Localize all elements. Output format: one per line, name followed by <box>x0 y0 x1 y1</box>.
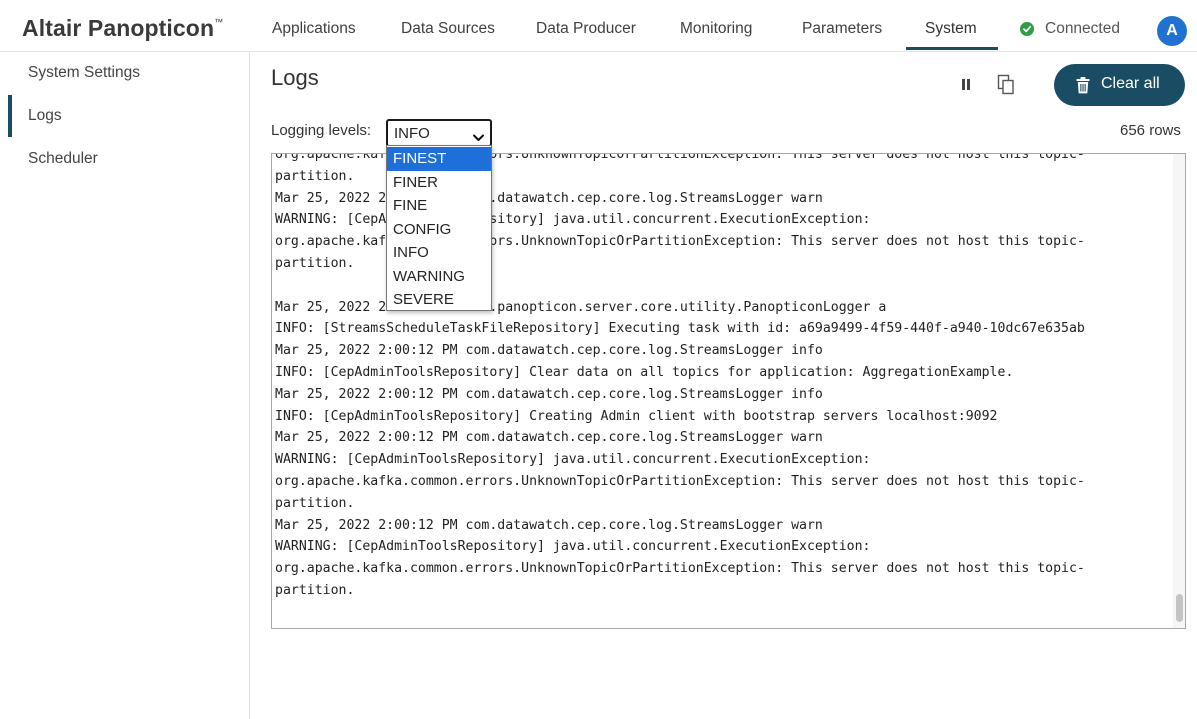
brand-name: Altair Panopticon <box>22 15 215 41</box>
logging-level-select[interactable]: INFO <box>386 119 492 147</box>
log-line: partition. <box>275 582 355 598</box>
check-circle-icon <box>1020 22 1034 36</box>
sidebar-item-system-settings[interactable]: System Settings <box>28 64 140 82</box>
log-line: org.apache.kafka.common.errors.UnknownTo… <box>275 473 1085 489</box>
trademark-mark: ™ <box>214 17 224 27</box>
log-line: INFO: [StreamsScheduleTaskFileRepository… <box>275 321 1085 337</box>
pause-icon[interactable] <box>960 79 972 91</box>
tab-monitoring[interactable]: Monitoring <box>680 20 752 38</box>
chevron-down-icon <box>473 129 484 141</box>
log-line: INFO: [CepAdminToolsRepository] Creating… <box>275 408 998 424</box>
level-option-config[interactable]: CONFIG <box>387 218 491 242</box>
tab-applications[interactable]: Applications <box>272 20 356 38</box>
sidebar-item-scheduler[interactable]: Scheduler <box>28 150 98 168</box>
level-option-info[interactable]: INFO <box>387 241 491 265</box>
selected-level: INFO <box>394 125 430 142</box>
level-option-severe[interactable]: SEVERE <box>387 288 491 312</box>
top-navigation: Altair Panopticon™ Applications Data Sou… <box>0 0 1197 52</box>
logging-levels-label: Logging levels: <box>271 122 372 139</box>
level-option-finer[interactable]: FINER <box>387 171 491 195</box>
log-line: Mar 25, 2022 2:00:12 PM com.datawatch.ce… <box>275 517 823 533</box>
log-scrollbar[interactable] <box>1173 154 1185 628</box>
log-line: WARNING: [CepAdminToolsRepository] java.… <box>275 539 871 555</box>
log-line: WARNING: [CepAdminToolsRepository] java.… <box>275 452 871 468</box>
logging-level-dropdown: FINEST FINER FINE CONFIG INFO WARNING SEVERE <box>386 145 492 311</box>
tab-data-sources[interactable]: Data Sources <box>401 20 495 38</box>
log-line: Mar 25, 2022 2:00:12 PM com.datawatch.ce… <box>275 386 823 402</box>
tab-system[interactable]: System <box>925 20 977 38</box>
log-line: Mar 25, 2022 2:00:12 PM com.datawatch.ce… <box>275 430 823 446</box>
copy-icon[interactable] <box>996 74 1016 96</box>
brand-logo[interactable]: Altair Panopticon™ <box>22 15 223 42</box>
trash-icon <box>1076 77 1090 94</box>
log-line: org.apache.kafka.common.errors.UnknownTo… <box>275 561 1085 577</box>
log-line: Mar 25, 2022 2:00:12 PM com.datawatch.ce… <box>275 343 823 359</box>
sidebar-item-logs[interactable]: Logs <box>28 107 62 125</box>
log-line: INFO: [CepAdminToolsRepository] Clear da… <box>275 364 1014 380</box>
page-title: Logs <box>271 65 319 90</box>
log-scrollbar-thumb[interactable] <box>1176 594 1183 622</box>
row-count: 656 rows <box>1120 122 1181 139</box>
sidebar-active-indicator <box>8 95 12 137</box>
level-option-fine[interactable]: FINE <box>387 194 491 218</box>
user-avatar[interactable]: A <box>1157 16 1187 46</box>
tab-parameters[interactable]: Parameters <box>802 20 882 38</box>
level-option-finest[interactable]: FINEST <box>387 147 491 171</box>
log-line: partition. <box>275 495 355 511</box>
clear-all-label: Clear all <box>1101 75 1160 92</box>
clear-all-button[interactable]: Clear all <box>1054 64 1185 106</box>
sidebar: System Settings Logs Scheduler <box>0 52 250 719</box>
connection-status: Connected <box>1045 20 1120 37</box>
tab-data-producer[interactable]: Data Producer <box>536 20 636 38</box>
level-option-warning[interactable]: WARNING <box>387 265 491 289</box>
active-tab-indicator <box>906 47 998 50</box>
